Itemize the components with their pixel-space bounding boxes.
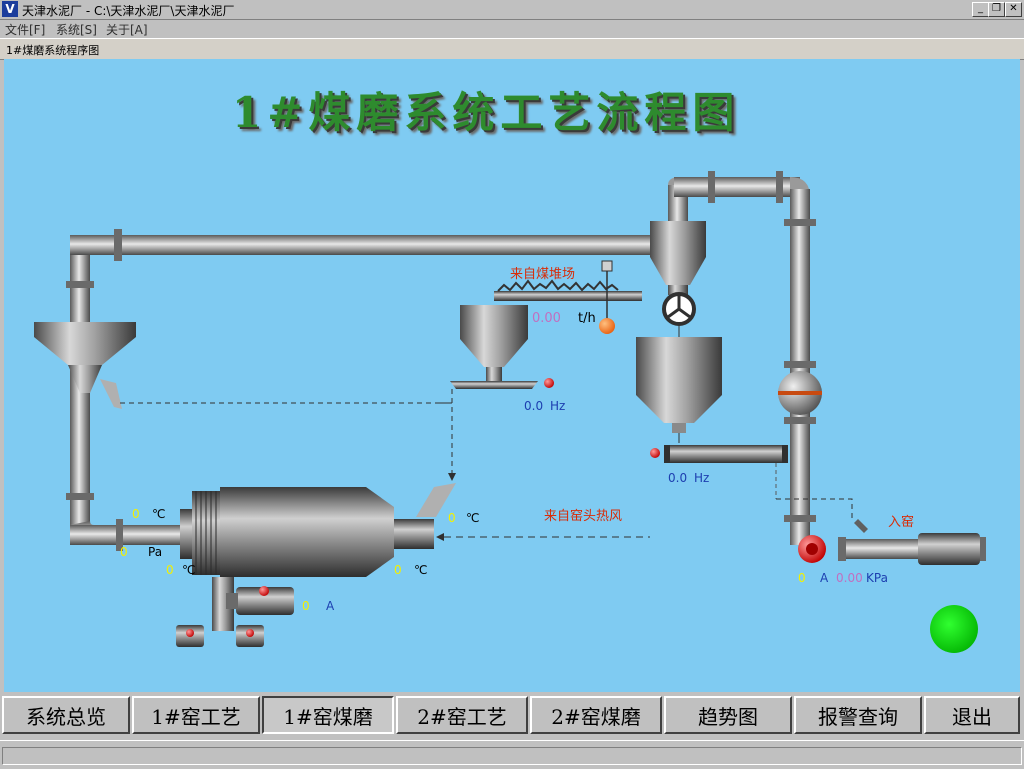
ball-mill <box>220 487 366 577</box>
window-title-bar: V 天津水泥厂 - C:\天津水泥厂\天津水泥厂 _ ❐ ✕ <box>0 0 1024 20</box>
coal-cyclone <box>650 221 706 257</box>
close-button[interactable]: ✕ <box>1005 2 1022 17</box>
hot-air-temp-value: 0 <box>448 511 456 525</box>
nav-kiln2-coal-mill[interactable]: 2#窑煤磨 <box>530 696 662 734</box>
hot-air-temp-unit: ℃ <box>466 511 480 525</box>
feeder-flow-value: 0.00 <box>532 311 561 326</box>
motor-current-unit: A <box>326 599 335 613</box>
raw-coal-hopper <box>460 305 528 339</box>
screw-freq-value: 0.0 <box>668 471 688 485</box>
minimize-button[interactable]: _ <box>972 2 989 17</box>
process-diagram-graphics <box>34 171 986 653</box>
diagram-title: 1#煤磨系统工艺流程图 <box>232 88 741 137</box>
top-duct <box>70 235 670 255</box>
pulverized-coal-bin <box>636 337 722 395</box>
process-diagram: 1#煤磨系统工艺流程图 来自煤堆场 来自窑头热风 入窑 0.00 t/h 0.0… <box>4 59 1020 692</box>
menu-system[interactable]: 系统[S] <box>56 21 97 38</box>
fan-current-value: 0 <box>798 571 806 585</box>
nav-trend-chart[interactable]: 趋势图 <box>664 696 792 734</box>
menu-file[interactable]: 文件[F] <box>5 21 45 38</box>
mill-outlet-temp-unit: ℃ <box>152 507 166 521</box>
menu-about[interactable]: 关于[A] <box>106 21 148 38</box>
document-tab-bar: 1#煤磨系统程序图 <box>0 38 1024 60</box>
label-to-kiln: 入窑 <box>888 515 915 530</box>
nav-kiln1-process[interactable]: 1#窑工艺 <box>132 696 260 734</box>
app-logo-icon: V <box>2 1 18 17</box>
nav-kiln2-process[interactable]: 2#窑工艺 <box>396 696 528 734</box>
fan-motor <box>918 533 980 565</box>
coal-feeder-freq-value: 0.0 <box>524 399 544 413</box>
label-coal-yard: 来自煤堆场 <box>510 267 576 282</box>
status-panel <box>2 747 1022 765</box>
mill-inlet-temp-value: 0 <box>394 563 402 577</box>
mill-outlet-pressure-value: 0 <box>120 545 128 559</box>
run-status-indicator <box>930 605 978 653</box>
status-bar <box>0 740 1024 769</box>
mill-outlet-pressure-unit: Pa <box>148 545 163 559</box>
nav-alarm-query[interactable]: 报警查询 <box>794 696 922 734</box>
mill-bearing-temp-unit: ℃ <box>182 563 196 577</box>
mill-bearing-temp-value: 0 <box>166 563 174 577</box>
motor-current-value: 0 <box>302 599 310 613</box>
restore-button[interactable]: ❐ <box>988 2 1005 17</box>
coal-feeder-freq-unit: Hz <box>550 399 566 413</box>
bottom-navigation: 系统总览 1#窑工艺 1#窑煤磨 2#窑工艺 2#窑煤磨 趋势图 报警查询 退出 <box>0 694 1024 738</box>
coal-feeder-status-light <box>544 378 554 388</box>
coal-belt-feeder <box>494 291 642 301</box>
mill-outlet-temp-value: 0 <box>132 507 140 521</box>
fan-pressure-unit: KPa <box>866 571 888 585</box>
feeder-status-indicator <box>599 318 615 334</box>
nav-exit[interactable]: 退出 <box>924 696 1020 734</box>
label-kiln-hot-air: 来自窑头热风 <box>544 509 623 524</box>
mill-inlet-temp-unit: ℃ <box>414 563 428 577</box>
window-title: 天津水泥厂 - C:\天津水泥厂\天津水泥厂 <box>22 4 235 18</box>
fan-pressure-value: 0.00 <box>836 571 863 585</box>
powder-separator <box>34 322 136 365</box>
screw-conveyor <box>664 445 788 463</box>
nav-kiln1-coal-mill[interactable]: 1#窑煤磨 <box>262 696 394 734</box>
screw-freq-unit: Hz <box>694 471 710 485</box>
left-return-duct <box>70 247 90 545</box>
menu-bar: 文件[F] 系统[S] 关于[A] <box>0 20 1024 37</box>
feeder-flow-unit: t/h <box>578 311 596 326</box>
document-tab-label[interactable]: 1#煤磨系统程序图 <box>6 42 99 58</box>
screw-status-light <box>650 448 660 458</box>
fan-current-unit: A <box>820 571 829 585</box>
nav-system-overview[interactable]: 系统总览 <box>2 696 130 734</box>
